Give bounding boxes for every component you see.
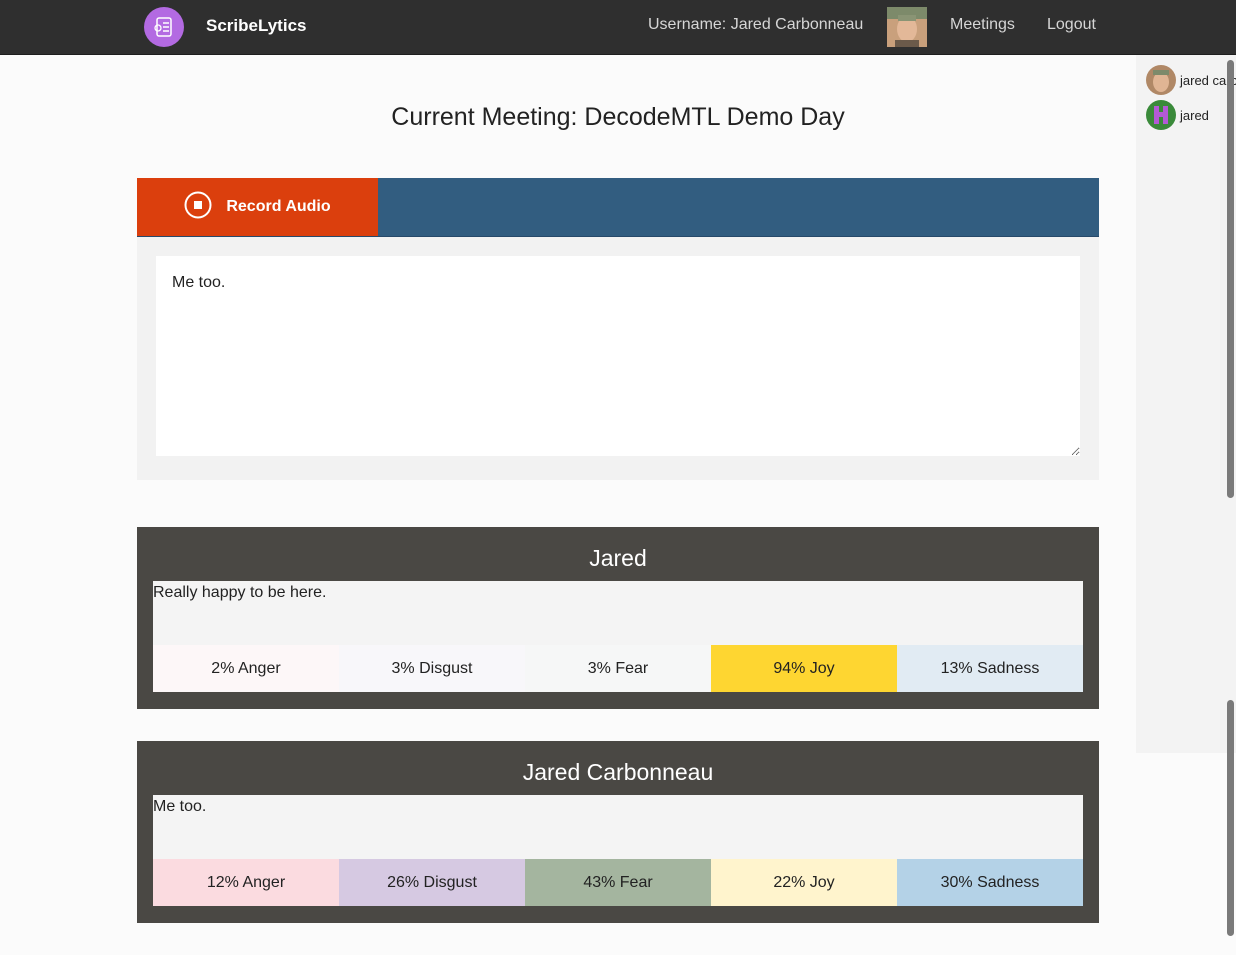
speaker-card: Jared Really happy to be here. 2% Anger … (137, 527, 1099, 709)
emotion-disgust: 26% Disgust (339, 859, 525, 906)
panel-scrollbar[interactable] (1227, 60, 1234, 498)
nav-link-meetings[interactable]: Meetings (950, 16, 1015, 34)
speaker-utterance: Me too. (153, 795, 1083, 859)
emotion-bar: 2% Anger 3% Disgust 3% Fear 94% Joy 13% … (153, 645, 1083, 692)
username-label: Username: Jared Carbonneau (648, 16, 864, 33)
transcript-editor-panel: Me too. (137, 237, 1099, 480)
record-audio-button[interactable]: Record Audio (137, 178, 378, 236)
speaker-name: Jared (589, 545, 647, 571)
emotion-anger: 2% Anger (153, 645, 339, 692)
speaker-utterance: Really happy to be here. (153, 581, 1083, 645)
emotion-fear: 43% Fear (525, 859, 711, 906)
emotion-joy: 22% Joy (711, 859, 897, 906)
speaker-card: Jared Carbonneau Me too. 12% Anger 26% D… (137, 741, 1099, 923)
online-users-panel: jared carbonneau jared (1136, 55, 1236, 753)
app-brand-name[interactable]: ScribeLytics (206, 16, 306, 36)
emotion-joy: 94% Joy (711, 645, 897, 692)
emotion-anger: 12% Anger (153, 859, 339, 906)
record-audio-label: Record Audio (226, 198, 331, 215)
online-user-item[interactable]: jared (1146, 100, 1236, 130)
recorder-toolbar: Record Audio (137, 178, 1099, 237)
stop-icon (184, 191, 212, 224)
emotion-disgust: 3% Disgust (339, 645, 525, 692)
transcript-textarea[interactable]: Me too. (156, 256, 1080, 456)
app-logo-icon[interactable] (144, 7, 184, 47)
emotion-sadness: 30% Sadness (897, 859, 1083, 906)
nav-link-logout[interactable]: Logout (1047, 16, 1096, 34)
online-user-item[interactable]: jared carbonneau (1146, 65, 1236, 95)
speaker-name: Jared Carbonneau (522, 759, 714, 785)
page-scrollbar[interactable] (1227, 700, 1234, 936)
avatar (1146, 65, 1176, 95)
emotion-bar: 12% Anger 26% Disgust 43% Fear 22% Joy 3… (153, 859, 1083, 906)
online-user-name: jared (1180, 107, 1209, 123)
top-navbar: ScribeLytics Username: Jared Carbonneau … (0, 0, 1236, 55)
user-avatar[interactable] (887, 7, 927, 47)
avatar (1146, 100, 1176, 130)
emotion-fear: 3% Fear (525, 645, 711, 692)
page-title: Current Meeting: DecodeMTL Demo Day (391, 103, 845, 131)
emotion-sadness: 13% Sadness (897, 645, 1083, 692)
